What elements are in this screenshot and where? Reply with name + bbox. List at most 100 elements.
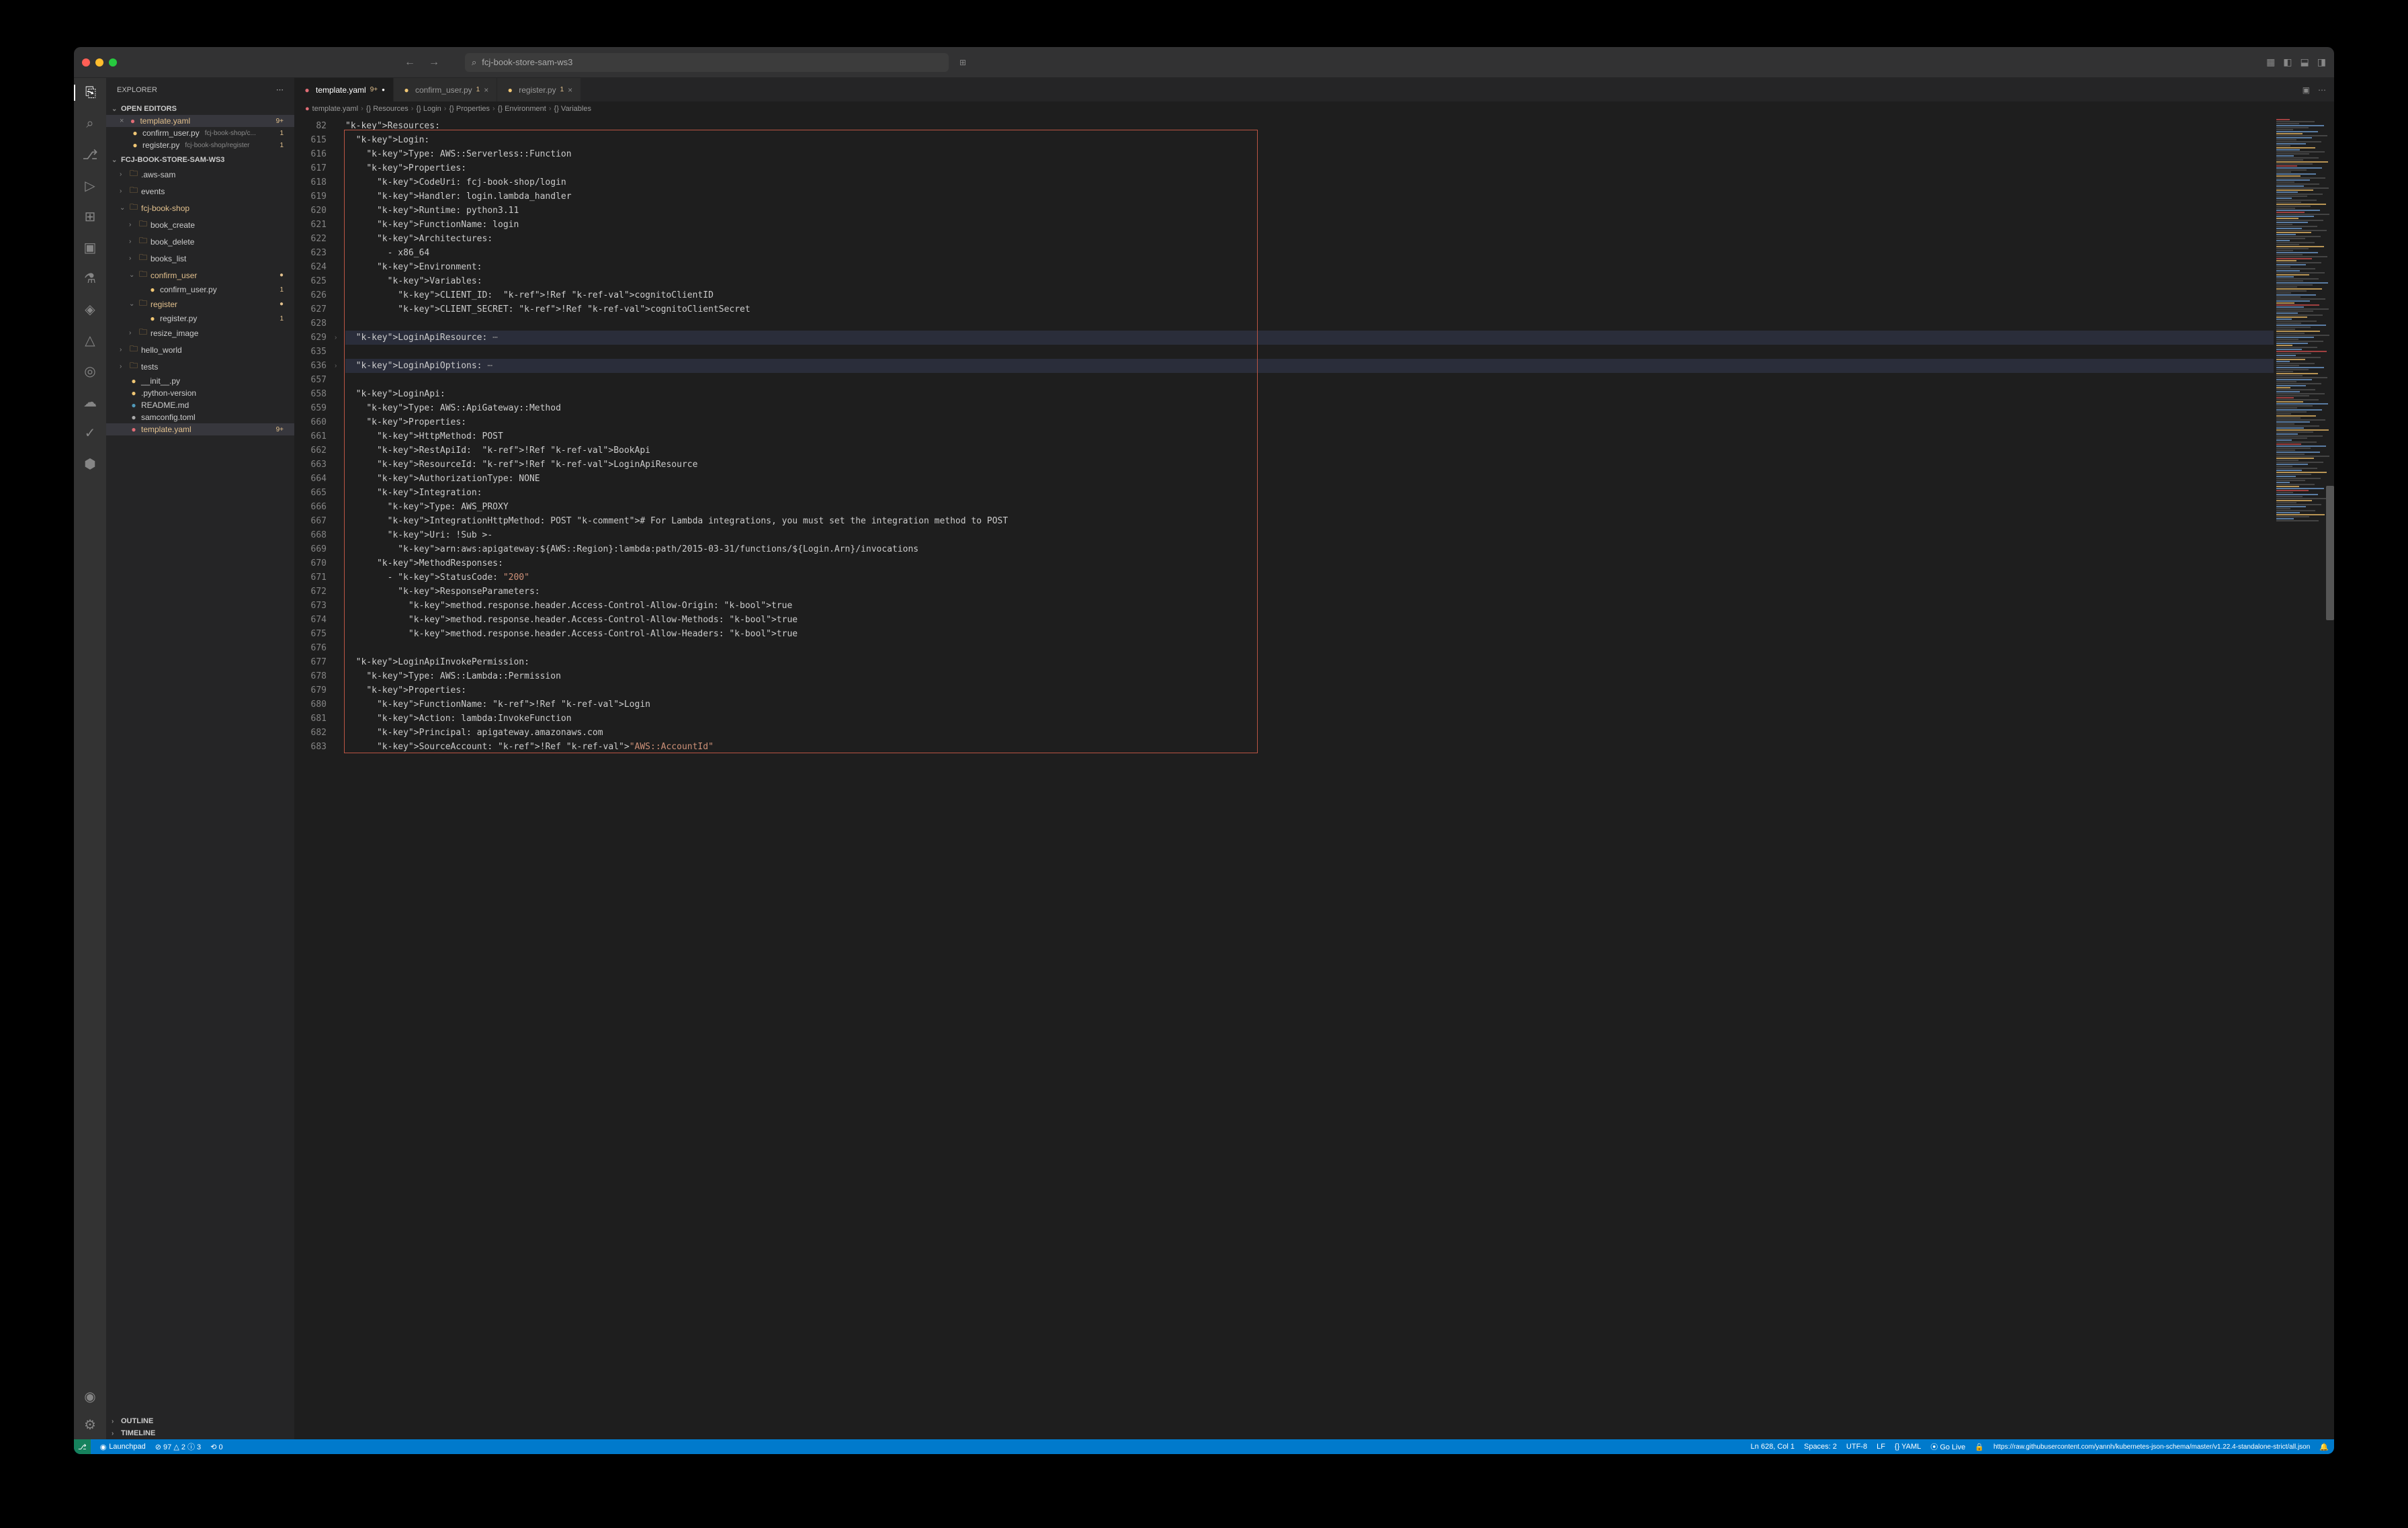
editor-tab[interactable]: ●confirm_user.py1×	[394, 78, 497, 101]
gitlens-icon[interactable]: ◎	[82, 363, 98, 379]
folder-item[interactable]: ›🗀resize_image	[106, 325, 294, 341]
encoding-status[interactable]: UTF-8	[1846, 1443, 1867, 1451]
remote-indicator[interactable]: ⎇	[74, 1439, 91, 1454]
run-debug-icon[interactable]: ▷	[82, 177, 98, 194]
nav-forward-icon[interactable]: →	[429, 56, 439, 69]
code-line[interactable]: "k-key">AuthorizationType: NONE	[345, 472, 2274, 486]
code-line[interactable]: "k-key">method.response.header.Access-Co…	[345, 627, 2274, 641]
open-editor-item[interactable]: ×●template.yaml9+	[106, 115, 294, 127]
minimap[interactable]	[2274, 116, 2334, 1439]
file-item[interactable]: ●.python-version	[106, 387, 294, 399]
testing-icon[interactable]: ⚗	[82, 270, 98, 286]
source-control-icon[interactable]: ⎇	[82, 146, 98, 163]
code-line[interactable]	[345, 345, 2274, 359]
schema-status[interactable]: https://raw.githubusercontent.com/yannh/…	[1993, 1443, 2310, 1451]
aws-icon[interactable]: △	[82, 332, 98, 348]
lock-icon[interactable]: 🔒	[1975, 1443, 1984, 1451]
code-line[interactable]: "k-key">Resources:	[345, 119, 2274, 133]
file-item[interactable]: ●template.yaml9+	[106, 423, 294, 435]
notifications-icon[interactable]: 🔔	[2319, 1443, 2329, 1451]
code-line[interactable]: "k-key">Runtime: python3.11	[345, 204, 2274, 218]
code-line[interactable]: "k-key">CodeUri: fcj-book-shop/login	[345, 175, 2274, 189]
problems-status[interactable]: ⊘ 97 △ 2 ⓘ 3	[155, 1441, 201, 1452]
ports-status[interactable]: ⟲ 0	[210, 1443, 222, 1451]
code-line[interactable]: "k-key">Variables:	[345, 274, 2274, 288]
indentation-status[interactable]: Spaces: 2	[1804, 1443, 1837, 1451]
code-line[interactable]: "k-key">ResourceId: "k-ref">!Ref "k-ref-…	[345, 458, 2274, 472]
folder-item[interactable]: ›🗀events	[106, 183, 294, 200]
code-line[interactable]: "k-key">Type: AWS::Serverless::Function	[345, 147, 2274, 161]
code-editor[interactable]: "k-key">Resources: "k-key">Login: "k-key…	[345, 116, 2274, 1439]
close-window[interactable]	[82, 58, 90, 67]
remote-explorer-icon[interactable]: ▣	[82, 239, 98, 255]
launchpad-status[interactable]: ◉ Launchpad	[100, 1443, 146, 1451]
folder-item[interactable]: ⌄🗀register●	[106, 296, 294, 312]
close-icon[interactable]: ×	[484, 85, 488, 95]
open-editor-item[interactable]: ●register.pyfcj-book-shop/register1	[106, 139, 294, 151]
folder-item[interactable]: ⌄🗀confirm_user●	[106, 267, 294, 284]
code-line[interactable]: "k-key">CLIENT_ID: "k-ref">!Ref "k-ref-v…	[345, 288, 2274, 302]
code-line[interactable]: "k-key">Environment:	[345, 260, 2274, 274]
code-line[interactable]: "k-key">RestApiId: "k-ref">!Ref "k-ref-v…	[345, 443, 2274, 458]
accounts-icon[interactable]: ◉	[82, 1388, 98, 1404]
code-line[interactable]: "k-key">LoginApiOptions: ⋯	[345, 359, 2274, 373]
code-line[interactable]: "k-key">Handler: login.lambda_handler	[345, 189, 2274, 204]
code-line[interactable]: "k-key">Architectures:	[345, 232, 2274, 246]
folder-item[interactable]: ›🗀tests	[106, 358, 294, 375]
code-line[interactable]: "k-key">Action: lambda:InvokeFunction	[345, 712, 2274, 726]
cursor-position[interactable]: Ln 628, Col 1	[1751, 1443, 1795, 1451]
close-icon[interactable]: ×	[120, 117, 124, 125]
code-line[interactable]: "k-key">Type: AWS_PROXY	[345, 500, 2274, 514]
file-item[interactable]: ●__init__.py	[106, 375, 294, 387]
code-line[interactable]: "k-key">Type: AWS::ApiGateway::Method	[345, 401, 2274, 415]
settings-icon[interactable]: ⚙	[82, 1416, 98, 1433]
breadcrumb-item[interactable]: template.yaml	[312, 105, 358, 113]
code-line[interactable]: "k-key">Type: AWS::Lambda::Permission	[345, 669, 2274, 683]
code-line[interactable]	[345, 641, 2274, 655]
search-activity-icon[interactable]: ⌕	[82, 116, 98, 132]
code-line[interactable]: - "k-key">StatusCode: "200"	[345, 570, 2274, 585]
panel-bottom-icon[interactable]: ⬓	[2300, 56, 2309, 68]
folder-item[interactable]: ›🗀books_list	[106, 250, 294, 267]
project-header[interactable]: ⌄ FCJ-BOOK-STORE-SAM-WS3	[106, 154, 294, 166]
breadcrumb[interactable]: ●template.yaml›{} Resources›{} Login›{} …	[294, 101, 2334, 116]
code-line[interactable]: "k-key">IntegrationHttpMethod: POST "k-c…	[345, 514, 2274, 528]
compare-icon[interactable]: ▣	[2303, 85, 2310, 95]
code-line[interactable]: "k-key">method.response.header.Access-Co…	[345, 599, 2274, 613]
cloud-icon[interactable]: ☁	[82, 394, 98, 410]
code-line[interactable]: "k-key">Properties:	[345, 683, 2274, 697]
breadcrumb-item[interactable]: {} Variables	[554, 105, 591, 113]
code-line[interactable]: "k-key">LoginApi:	[345, 387, 2274, 401]
minimize-window[interactable]	[95, 58, 103, 67]
maximize-window[interactable]	[109, 58, 117, 67]
folder-item[interactable]: ›🗀.aws-sam	[106, 166, 294, 183]
code-line[interactable]: "k-key">Login:	[345, 133, 2274, 147]
breadcrumb-item[interactable]: {} Resources	[366, 105, 408, 113]
python-icon[interactable]: ⬢	[82, 456, 98, 472]
folder-item[interactable]: ›🗀hello_world	[106, 341, 294, 358]
language-status[interactable]: {} YAML	[1895, 1443, 1921, 1451]
copilot-icon[interactable]: ⊞	[959, 58, 966, 67]
code-line[interactable]: "k-key">HttpMethod: POST	[345, 429, 2274, 443]
code-line[interactable]: "k-key">method.response.header.Access-Co…	[345, 613, 2274, 627]
breadcrumb-item[interactable]: {} Properties	[449, 105, 490, 113]
code-line[interactable]: "k-key">Properties:	[345, 415, 2274, 429]
code-line[interactable]	[345, 373, 2274, 387]
timeline-header[interactable]: › TIMELINE	[106, 1427, 294, 1439]
open-editors-header[interactable]: ⌄ OPEN EDITORS	[106, 103, 294, 115]
code-line[interactable]: "k-key">ResponseParameters:	[345, 585, 2274, 599]
panel-right-icon[interactable]: ◨	[2317, 56, 2326, 68]
close-icon[interactable]: ×	[568, 85, 572, 95]
editor-tab[interactable]: ●register.py1×	[497, 78, 581, 101]
todo-icon[interactable]: ✓	[82, 425, 98, 441]
code-line[interactable]	[345, 316, 2274, 331]
folder-item[interactable]: ›🗀book_delete	[106, 233, 294, 250]
code-line[interactable]: "k-key">CLIENT_SECRET: "k-ref">!Ref "k-r…	[345, 302, 2274, 316]
more-actions-icon[interactable]: ⋯	[2318, 85, 2326, 95]
code-line[interactable]: "k-key">LoginApiResource: ⋯	[345, 331, 2274, 345]
code-line[interactable]: "k-key">Principal: apigateway.amazonaws.…	[345, 726, 2274, 740]
editor-tab[interactable]: ●template.yaml9+●	[294, 78, 394, 101]
code-line[interactable]: "k-key">Uri: !Sub >-	[345, 528, 2274, 542]
code-line[interactable]: "k-key">arn:aws:apigateway:${AWS::Region…	[345, 542, 2274, 556]
file-item[interactable]: ●samconfig.toml	[106, 411, 294, 423]
